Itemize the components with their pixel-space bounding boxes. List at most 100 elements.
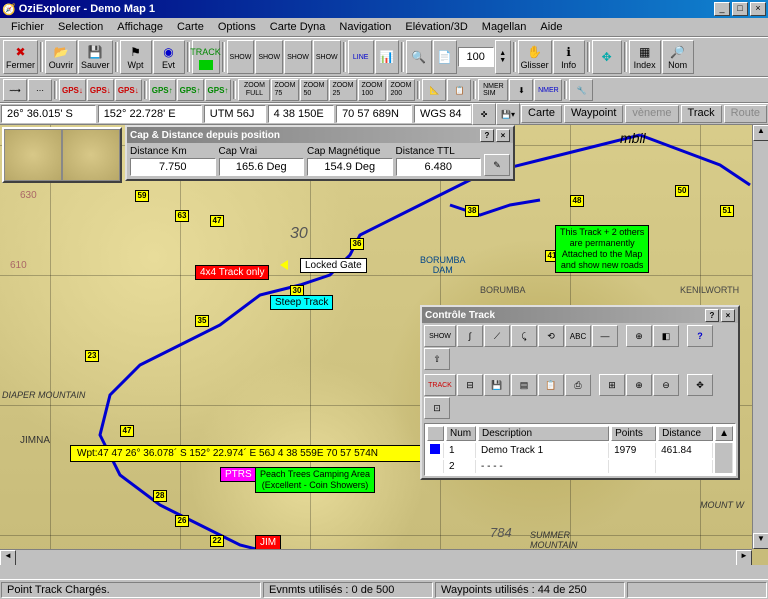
overview-thumbnail[interactable] xyxy=(2,127,122,183)
scroll-right-button[interactable]: ► xyxy=(736,550,752,565)
track-tool-2[interactable]: ⟋ xyxy=(484,325,510,347)
wpt-button[interactable]: ⚑Wpt xyxy=(120,40,152,74)
zoom-100[interactable]: ZOOM 100 xyxy=(358,79,386,101)
save-button[interactable]: 💾Sauver xyxy=(78,40,113,74)
show-btn-4[interactable]: SHOW xyxy=(313,40,341,74)
zoom-75[interactable]: ZOOM 75 xyxy=(271,79,299,101)
tb2-misc-1[interactable]: 📐 xyxy=(422,79,446,101)
evt-button[interactable]: ◉Evt xyxy=(153,40,185,74)
zoom-50[interactable]: ZOOM 50 xyxy=(300,79,328,101)
track-tb2-6[interactable]: ⊞ xyxy=(599,374,625,396)
waypoint-marker[interactable]: 35 xyxy=(195,315,209,327)
gps-btn-5[interactable]: GPS↑ xyxy=(177,79,204,101)
waypoint-marker[interactable]: 22 xyxy=(210,535,224,547)
route-tab[interactable]: Route xyxy=(724,105,767,123)
track-tab[interactable]: Track xyxy=(681,105,722,123)
col-num[interactable]: Num xyxy=(446,426,476,441)
waypoint-marker[interactable]: 50 xyxy=(675,185,689,197)
col-points[interactable]: Points xyxy=(611,426,656,441)
zoom-value-input[interactable] xyxy=(458,47,494,67)
menu-affichage[interactable]: Affichage xyxy=(110,19,170,35)
track-tb2-3[interactable]: ▤ xyxy=(511,374,537,396)
waypoint-marker[interactable]: 47 xyxy=(120,425,134,437)
track-save-button[interactable]: 💾 xyxy=(484,374,510,396)
gps-btn-2[interactable]: GPS↓ xyxy=(87,79,114,101)
clear-measure-button[interactable]: ✎ xyxy=(484,154,510,176)
evenement-tab[interactable]: vèneme xyxy=(625,105,678,123)
carte-tab[interactable]: Carte xyxy=(521,105,562,123)
menu-carte-dyna[interactable]: Carte Dyna xyxy=(263,19,333,35)
track-tb2-10[interactable]: ⊡ xyxy=(424,397,450,419)
tool-btn-2[interactable]: 📄 xyxy=(433,40,457,74)
track-mode-button[interactable]: TRACK xyxy=(192,40,220,74)
tool-btn-1[interactable]: 📊 xyxy=(375,40,399,74)
scroll-left-button[interactable]: ◄ xyxy=(0,550,16,565)
menu-options[interactable]: Options xyxy=(211,19,263,35)
col-distance[interactable]: Distance xyxy=(658,426,713,441)
table-row[interactable]: 1 Demo Track 1 1979 461.84 xyxy=(427,443,733,458)
track-mode-btn[interactable]: TRACK xyxy=(424,374,456,396)
menu-fichier[interactable]: Fichier xyxy=(4,19,51,35)
map-viewport[interactable]: 59 63 47 36 23 35 30 38 48 50 51 43 41 2… xyxy=(0,125,768,565)
gps-btn-1[interactable]: GPS↓ xyxy=(59,79,86,101)
tb2-btn-1[interactable]: ⟿ xyxy=(3,79,27,101)
pan-arrows-button[interactable]: ✥ xyxy=(592,40,622,74)
show-btn-3[interactable]: SHOW xyxy=(284,40,312,74)
menu-aide[interactable]: Aide xyxy=(533,19,569,35)
scroll-up-button[interactable]: ▲ xyxy=(753,125,768,141)
track-tool-6[interactable]: ⊕ xyxy=(626,325,652,347)
waypoint-marker[interactable]: 28 xyxy=(153,490,167,502)
horizontal-scrollbar[interactable]: ◄ ► xyxy=(0,549,752,565)
maximize-button[interactable]: □ xyxy=(732,2,748,16)
waypoint-marker[interactable]: 26 xyxy=(175,515,189,527)
open-button[interactable]: 📂Ouvrir xyxy=(45,40,77,74)
nmea-sim[interactable]: NMERSIM xyxy=(478,79,508,101)
table-row[interactable]: 2 - - - - xyxy=(427,460,733,473)
track-tb2-8[interactable]: ⊖ xyxy=(653,374,679,396)
waypoint-marker[interactable]: 51 xyxy=(720,205,734,217)
info-button[interactable]: ℹInfo xyxy=(553,40,585,74)
index-button[interactable]: ▦Index xyxy=(629,40,661,74)
gps-btn-3[interactable]: GPS↓ xyxy=(115,79,142,101)
waypoint-marker[interactable]: 47 xyxy=(210,215,224,227)
col-desc[interactable]: Description xyxy=(478,426,609,441)
track-tb2-7[interactable]: ⊕ xyxy=(626,374,652,396)
waypoint-marker[interactable]: 23 xyxy=(85,350,99,362)
show-btn-1[interactable]: SHOW xyxy=(227,40,255,74)
track-tb2-4[interactable]: 📋 xyxy=(538,374,564,396)
track-up-button[interactable]: ⇧ xyxy=(424,348,450,370)
track-tool-4[interactable]: ⟲ xyxy=(538,325,564,347)
track-tb2-1[interactable]: ⊟ xyxy=(457,374,483,396)
tb2-misc-2[interactable]: 📋 xyxy=(447,79,471,101)
zoom-full[interactable]: ZOOM FULL xyxy=(238,79,270,101)
waypoint-marker[interactable]: 59 xyxy=(135,190,149,202)
nmea-btn[interactable]: NMER xyxy=(534,79,562,101)
line-button[interactable]: LINE xyxy=(348,40,374,74)
waypoint-marker[interactable]: 48 xyxy=(570,195,584,207)
show-btn-2[interactable]: SHOW xyxy=(255,40,283,74)
track-tool-3[interactable]: ⤹ xyxy=(511,325,537,347)
drag-button[interactable]: ✋Glisser xyxy=(518,40,552,74)
zoom-200[interactable]: ZOOM 200 xyxy=(387,79,415,101)
panel-close-button[interactable]: × xyxy=(496,129,510,142)
waypoint-marker[interactable]: 63 xyxy=(175,210,189,222)
track-panel-titlebar[interactable]: Contrôle Track ? × xyxy=(422,307,738,323)
zoom-spin[interactable]: ▲▼ xyxy=(495,40,511,74)
panel-close-button[interactable]: × xyxy=(721,309,735,322)
close-map-button[interactable]: ✖Fermer xyxy=(3,40,38,74)
zoom-25[interactable]: ZOOM 25 xyxy=(329,79,357,101)
track-tool-abc[interactable]: ABC xyxy=(565,325,591,347)
zoom-tool[interactable]: 🔍 xyxy=(406,40,432,74)
tb2-misc-3[interactable]: ⬇ xyxy=(509,79,533,101)
waypoint-tab[interactable]: Waypoint xyxy=(564,105,623,123)
panel-help-button[interactable]: ? xyxy=(480,129,494,142)
menu-carte[interactable]: Carte xyxy=(170,19,211,35)
panel-help-button[interactable]: ? xyxy=(705,309,719,322)
gps-btn-6[interactable]: GPS↑ xyxy=(205,79,232,101)
scroll-down-button[interactable]: ▼ xyxy=(753,533,768,549)
menu-navigation[interactable]: Navigation xyxy=(332,19,398,35)
track-help-button[interactable]: ? xyxy=(687,325,713,347)
gps-btn-4[interactable]: GPS↑ xyxy=(149,79,176,101)
disk-icon-button[interactable]: 💾▾ xyxy=(496,103,520,125)
vertical-scrollbar[interactable]: ▲ ▼ xyxy=(752,125,768,549)
